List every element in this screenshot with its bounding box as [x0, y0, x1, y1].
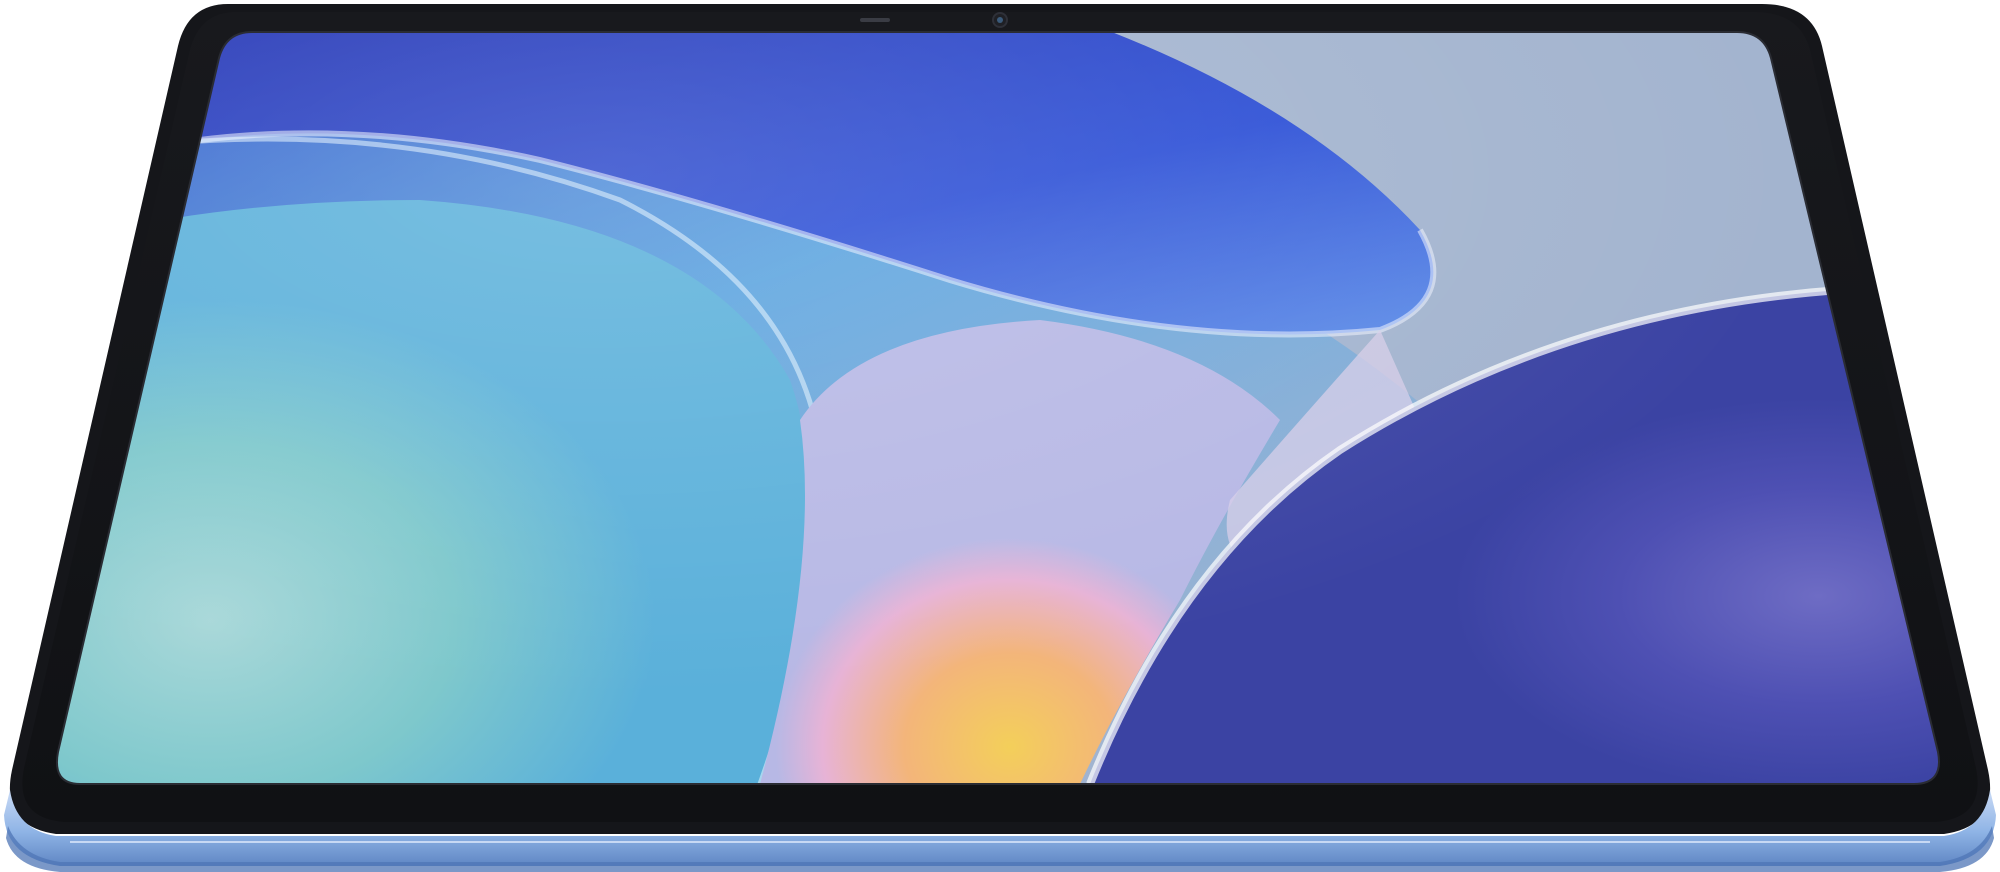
speaker-slot-icon: [860, 18, 890, 22]
tablet-illustration: [4, 4, 1996, 872]
product-photo: [0, 0, 2000, 872]
screen-wallpaper: [56, 32, 1940, 784]
camera-icon: [992, 12, 1008, 28]
